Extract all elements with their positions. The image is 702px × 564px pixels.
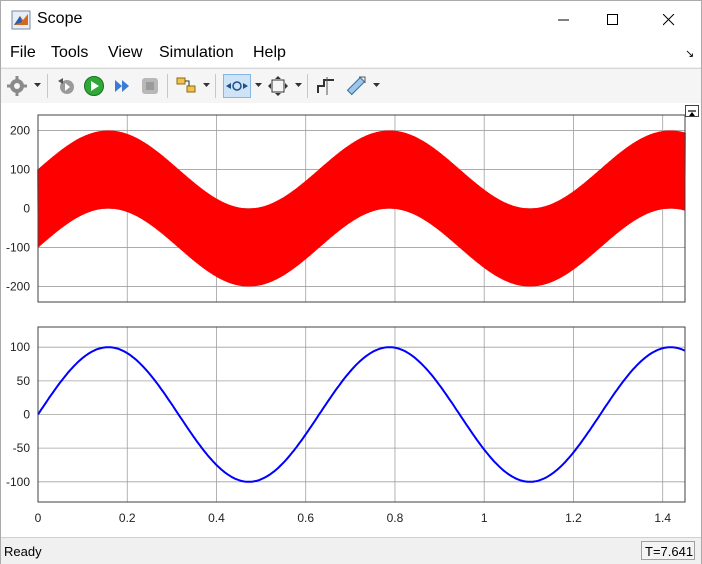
minimize-button[interactable]	[541, 1, 587, 39]
stop-icon[interactable]	[139, 75, 161, 97]
minimize-icon	[558, 19, 569, 21]
plot-area: 200 100 0 -100 -200 100 50 0 -50 -100 0 0.2 0.4 0.6 0.…	[1, 103, 701, 537]
scope-window: Scope File Tools View Simulation Help ↘	[0, 0, 702, 564]
x-tick-label: 1	[481, 511, 488, 525]
step-back-icon[interactable]	[55, 75, 77, 97]
signal-band-top	[38, 130, 685, 287]
zoom-dropdown-icon[interactable]	[255, 83, 262, 88]
toolbar-separator	[167, 74, 168, 98]
x-tick-label: 0.2	[119, 511, 136, 525]
y-tick-label: 200	[10, 124, 30, 138]
gear-icon[interactable]	[6, 75, 28, 97]
undock-figure-button[interactable]	[685, 105, 699, 117]
close-icon	[663, 14, 675, 26]
y-tick-label: 100	[10, 163, 30, 177]
measure-dropdown-icon[interactable]	[373, 83, 380, 88]
y-tick-label: -50	[13, 441, 31, 455]
x-tick-label: 0	[35, 511, 42, 525]
scope-charts[interactable]: 200 100 0 -100 -200 100 50 0 -50 -100 0 0.2 0.4 0.6 0.…	[1, 103, 701, 537]
autoscale-icon[interactable]	[267, 75, 289, 97]
menu-help[interactable]: Help	[253, 44, 286, 62]
autoscale-dropdown-icon[interactable]	[295, 83, 302, 88]
x-tick-label: 0.4	[208, 511, 225, 525]
x-tick-label: 1.4	[654, 511, 671, 525]
y-tick-label: 0	[23, 408, 30, 422]
simulation-time: T=7.641	[641, 541, 695, 560]
close-button[interactable]	[646, 1, 692, 39]
zoom-icon	[226, 81, 248, 91]
y-tick-label: 50	[17, 374, 31, 388]
y-tick-label: -100	[6, 475, 30, 489]
status-text: Ready	[4, 544, 42, 559]
menu-tools[interactable]: Tools	[51, 44, 88, 62]
highlight-dropdown-icon[interactable]	[203, 83, 210, 88]
toolbar-separator	[47, 74, 48, 98]
cursor-measurements-icon[interactable]	[315, 75, 337, 97]
maximize-icon	[607, 14, 618, 25]
x-tick-label: 1.2	[565, 511, 582, 525]
step-forward-icon[interactable]	[111, 75, 133, 97]
y-tick-label: 100	[10, 340, 30, 354]
maximize-button[interactable]	[590, 1, 636, 39]
run-icon[interactable]	[83, 75, 105, 97]
measure-icon[interactable]	[345, 75, 367, 97]
x-tick-label: 0.6	[297, 511, 314, 525]
y-tick-label: -200	[6, 279, 30, 293]
title-bar: Scope	[1, 1, 701, 39]
y-tick-label: -100	[6, 240, 30, 254]
menu-bar: File Tools View Simulation Help ↘	[1, 39, 701, 67]
menu-view[interactable]: View	[108, 44, 142, 62]
window-title: Scope	[37, 10, 83, 27]
dock-arrow-icon[interactable]: ↘	[685, 47, 694, 60]
menu-file[interactable]: File	[10, 44, 36, 62]
undock-icon	[688, 110, 696, 116]
matlab-logo-icon	[11, 10, 31, 30]
settings-dropdown-icon[interactable]	[34, 83, 41, 88]
menu-simulation[interactable]: Simulation	[159, 44, 234, 62]
status-bar: Ready T=7.641	[1, 537, 701, 564]
zoom-button[interactable]	[223, 74, 251, 98]
toolbar-separator	[215, 74, 216, 98]
toolbar	[1, 68, 701, 104]
highlight-block-icon[interactable]	[175, 75, 197, 97]
toolbar-separator	[307, 74, 308, 98]
x-tick-label: 0.8	[387, 511, 404, 525]
y-tick-label: 0	[23, 202, 30, 216]
